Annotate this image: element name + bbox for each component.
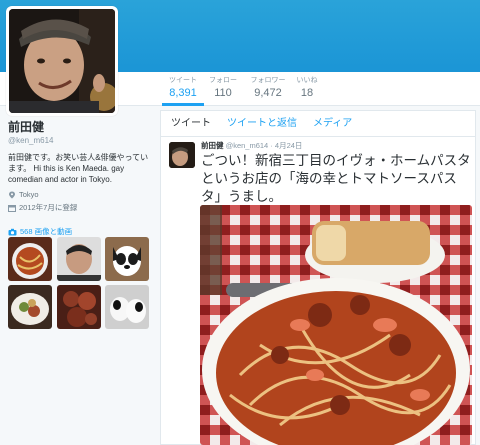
tweet-separator: · bbox=[270, 141, 273, 150]
tab-media[interactable]: メディア bbox=[313, 117, 352, 130]
camera-icon bbox=[8, 228, 17, 236]
profile-name[interactable]: 前田健 bbox=[8, 120, 156, 135]
media-thumb-man[interactable] bbox=[57, 237, 101, 281]
calendar-icon bbox=[8, 204, 16, 212]
stat-value: 110 bbox=[214, 87, 232, 99]
tweet-author-name[interactable]: 前田健 bbox=[201, 141, 224, 150]
media-thumb-dogs[interactable] bbox=[105, 285, 149, 329]
joined-text: 2012年7月に登録 bbox=[19, 203, 78, 212]
profile-joined: 2012年7月に登録 bbox=[8, 202, 156, 213]
profile-location: Tokyo bbox=[8, 189, 156, 200]
media-thumb-meat[interactable] bbox=[57, 285, 101, 329]
tweet-author-avatar[interactable] bbox=[169, 142, 195, 168]
stat-value: 18 bbox=[300, 87, 314, 99]
media-thumb-dish[interactable] bbox=[8, 285, 52, 329]
stat-value: 9,472 bbox=[254, 87, 282, 99]
tweet-author-handle[interactable]: @ken_m614 bbox=[226, 141, 269, 150]
tweet-header: 前田健 @ken_m614 · 4月24日 bbox=[201, 141, 302, 151]
media-thumb-pasta[interactable] bbox=[8, 237, 52, 281]
stat-label: ツイート bbox=[169, 77, 197, 84]
avatar bbox=[9, 9, 115, 113]
tweet-date[interactable]: 4月24日 bbox=[275, 141, 303, 150]
location-icon bbox=[8, 191, 16, 199]
stat-followers[interactable]: フォロワー 9,472 bbox=[248, 76, 288, 106]
stat-tweets[interactable]: ツイート 8,391 bbox=[162, 76, 204, 106]
tweet-photo[interactable] bbox=[200, 205, 472, 445]
media-gallery-link[interactable]: 568 画像と動画 bbox=[8, 227, 156, 237]
location-text: Tokyo bbox=[19, 190, 39, 199]
media-thumb-dog[interactable] bbox=[105, 237, 149, 281]
stat-value: 8,391 bbox=[169, 87, 197, 99]
stat-likes[interactable]: いいね 18 bbox=[292, 76, 322, 106]
stat-label: フォロー bbox=[209, 77, 237, 84]
tweet-text: ごつい！新宿三丁目のイヴォ・ホームパスタというお店の「海の幸とトマトソースパスタ… bbox=[201, 153, 471, 204]
media-link-label: 568 画像と動画 bbox=[20, 227, 73, 236]
profile-handle[interactable]: @ken_m614 bbox=[8, 135, 156, 146]
tab-tweets-and-replies[interactable]: ツイートと返信 bbox=[227, 117, 297, 130]
profile-card: 前田健 @ken_m614 前田健です。お笑い芸人&俳優やっています。 Hi t… bbox=[8, 120, 156, 237]
timeline-tabs: ツイート ツイートと返信 メディア bbox=[161, 111, 475, 137]
profile-bio: 前田健です。お笑い芸人&俳優やっています。 Hi this is Ken Mae… bbox=[8, 153, 149, 184]
stat-label: いいね bbox=[296, 77, 318, 84]
tab-tweets[interactable]: ツイート bbox=[171, 117, 211, 130]
profile-avatar-frame[interactable] bbox=[6, 6, 118, 116]
stat-following[interactable]: フォロー 110 bbox=[206, 76, 240, 106]
stat-label: フォロワー bbox=[250, 77, 286, 84]
